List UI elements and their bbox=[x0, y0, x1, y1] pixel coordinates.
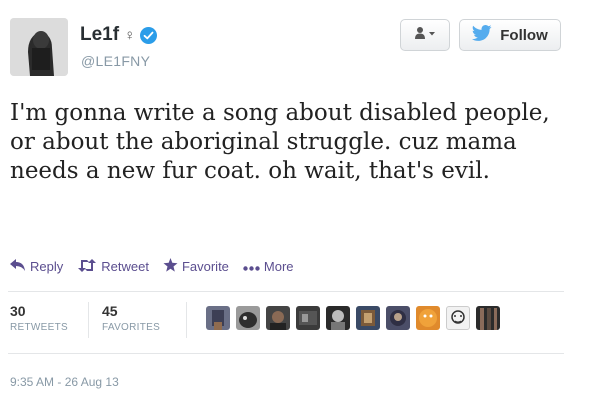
favoriter-avatar[interactable] bbox=[266, 306, 290, 330]
favoriter-avatar[interactable] bbox=[296, 306, 320, 330]
reply-label: Reply bbox=[30, 259, 64, 274]
follow-button[interactable]: Follow bbox=[459, 19, 561, 51]
favorites-label: FAVORITES bbox=[102, 322, 161, 333]
favoriter-avatar[interactable] bbox=[326, 306, 350, 330]
favorites-stat[interactable]: 45 FAVORITES bbox=[102, 303, 160, 333]
favoriter-avatar[interactable] bbox=[236, 306, 260, 330]
retweet-icon bbox=[77, 258, 97, 275]
more-button[interactable]: More bbox=[243, 259, 294, 274]
stat-separator bbox=[186, 302, 187, 338]
more-label: More bbox=[263, 259, 294, 274]
retweets-label: RETWEETS bbox=[10, 322, 68, 333]
more-dots-icon bbox=[243, 259, 260, 274]
reply-icon bbox=[10, 259, 26, 274]
favoriter-avatar[interactable] bbox=[476, 306, 500, 330]
verified-badge-icon bbox=[140, 26, 158, 44]
divider-bottom bbox=[8, 353, 564, 354]
author-name[interactable]: Le1f bbox=[80, 24, 119, 46]
favoriter-avatar[interactable] bbox=[386, 306, 410, 330]
author-handle[interactable]: @LE1FNY bbox=[81, 53, 150, 69]
favoriter-avatar[interactable] bbox=[446, 306, 470, 330]
retweet-label: Retweet bbox=[101, 259, 149, 274]
favoriter-avatar[interactable] bbox=[206, 306, 230, 330]
favoriters-avatars bbox=[206, 306, 500, 330]
gender-symbol: ♀ bbox=[124, 26, 136, 44]
retweets-stat[interactable]: 30 RETWEETS bbox=[10, 303, 68, 333]
favorite-label: Favorite bbox=[181, 259, 229, 274]
user-actions-button[interactable] bbox=[400, 19, 450, 51]
stat-separator bbox=[88, 302, 89, 338]
tweet-card: Le1f ♀ @LE1FNY Follow I'm gonna write a … bbox=[0, 0, 600, 412]
retweets-count: 30 bbox=[10, 303, 26, 319]
tweet-timestamp[interactable]: 9:35 AM - 26 Aug 13 bbox=[10, 375, 119, 389]
star-icon bbox=[163, 258, 178, 275]
reply-button[interactable]: Reply bbox=[10, 259, 63, 274]
favoriter-avatar[interactable] bbox=[356, 306, 380, 330]
retweet-button[interactable]: Retweet bbox=[77, 258, 149, 275]
twitter-bird-icon bbox=[472, 25, 492, 45]
divider-top bbox=[8, 291, 564, 292]
follow-label: Follow bbox=[500, 26, 548, 44]
tweet-text: I'm gonna write a song about disabled pe… bbox=[10, 100, 550, 184]
user-dropdown-icon bbox=[414, 26, 436, 45]
favoriter-avatar[interactable] bbox=[416, 306, 440, 330]
author-avatar[interactable] bbox=[10, 18, 68, 76]
favorites-count: 45 bbox=[102, 303, 118, 319]
favorite-button[interactable]: Favorite bbox=[163, 258, 229, 275]
tweet-actions: Reply Retweet Favorite More bbox=[10, 258, 294, 275]
author-name-row[interactable]: Le1f ♀ bbox=[80, 24, 158, 46]
